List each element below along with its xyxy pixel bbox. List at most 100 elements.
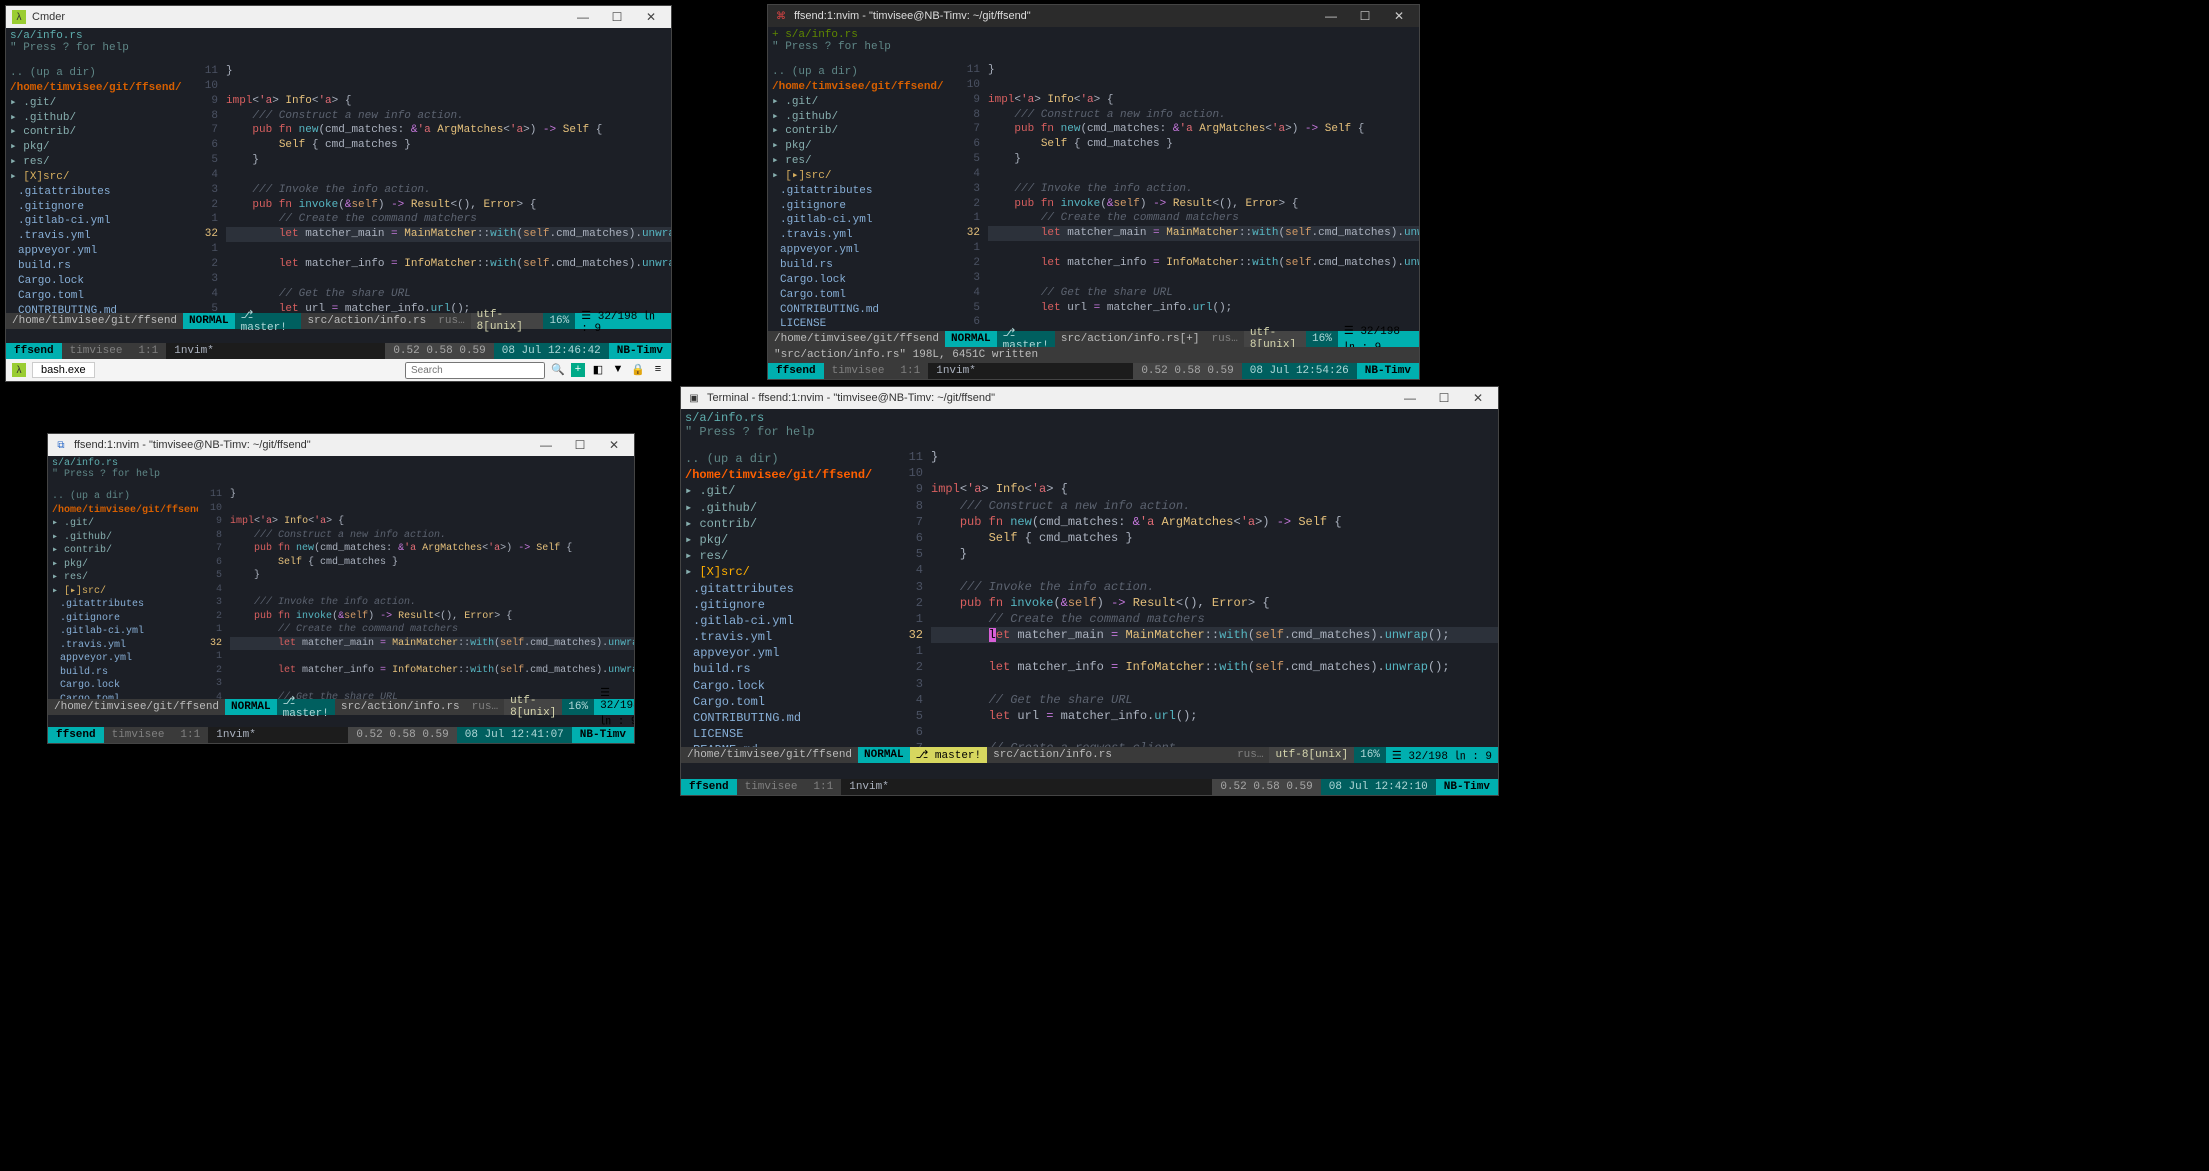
tree-file[interactable]: appveyor.yml — [685, 645, 887, 661]
tree-dir[interactable]: ▸ pkg/ — [10, 140, 182, 155]
tree-file[interactable]: .gitlab-ci.yml — [685, 613, 887, 629]
chevron-down-icon[interactable]: ▼ — [611, 363, 625, 377]
tree-file[interactable]: CONTRIBUTING.md — [10, 304, 182, 314]
tree-file[interactable]: .gitattributes — [10, 185, 182, 200]
tree-file[interactable]: CONTRIBUTING.md — [685, 710, 887, 726]
tmux-session[interactable]: ffsend — [48, 727, 104, 743]
tree-file[interactable]: .travis.yml — [10, 229, 182, 244]
tree-src[interactable]: ▸ [X]src/ — [685, 564, 887, 580]
tree-file[interactable]: .gitattributes — [685, 581, 887, 597]
tree-file[interactable]: .gitattributes — [52, 598, 194, 612]
tree-file[interactable]: .travis.yml — [52, 639, 194, 653]
tree-dir[interactable]: ▸ res/ — [52, 571, 194, 585]
tree-dir[interactable]: ▸ .github/ — [685, 500, 887, 516]
tree-file[interactable]: Cargo.toml — [685, 694, 887, 710]
tree-src[interactable]: ▸ [X]src/ — [10, 170, 182, 185]
close-button[interactable]: ✕ — [637, 10, 665, 24]
tree-dir[interactable]: ▸ contrib/ — [685, 516, 887, 532]
maximize-button[interactable]: ☐ — [603, 10, 631, 24]
tree-file[interactable]: build.rs — [10, 259, 182, 274]
file-tree[interactable]: .. (up a dir) /home/timvisee/git/ffsend/… — [6, 64, 186, 313]
tree-updir[interactable]: .. (up a dir) — [772, 65, 944, 80]
tree-file[interactable]: .travis.yml — [685, 629, 887, 645]
tree-dir[interactable]: ▸ contrib/ — [52, 544, 194, 558]
close-button[interactable]: ✕ — [600, 438, 628, 452]
close-button[interactable]: ✕ — [1385, 9, 1413, 23]
tree-updir[interactable]: .. (up a dir) — [52, 490, 194, 504]
lock-icon[interactable]: 🔒 — [631, 363, 645, 377]
minimize-button[interactable]: — — [569, 10, 597, 24]
tree-file[interactable]: LICENSE — [685, 726, 887, 742]
tree-file[interactable]: Cargo.lock — [10, 274, 182, 289]
tree-dir[interactable]: ▸ res/ — [772, 154, 944, 169]
file-tree[interactable]: .. (up a dir) /home/timvisee/git/ffsend/… — [768, 63, 948, 331]
tree-file[interactable]: Cargo.toml — [10, 289, 182, 304]
tree-file[interactable]: LICENSE — [772, 317, 944, 331]
tree-file[interactable]: Cargo.lock — [685, 678, 887, 694]
cmder-tab[interactable]: bash.exe — [32, 362, 95, 378]
tree-file[interactable]: build.rs — [685, 661, 887, 677]
tree-dir[interactable]: ▸ pkg/ — [52, 558, 194, 572]
code-area[interactable]: } impl<'a> Info<'a> { /// Construct a ne… — [931, 449, 1498, 747]
plus-icon[interactable]: + — [571, 363, 585, 377]
tree-updir[interactable]: .. (up a dir) — [10, 66, 182, 81]
tree-file[interactable]: CONTRIBUTING.md — [772, 303, 944, 318]
code-area[interactable]: } impl<'a> Info<'a> { /// Construct a ne… — [230, 488, 634, 699]
tmux-session[interactable]: ffsend — [6, 343, 62, 359]
tree-file[interactable]: .gitignore — [772, 199, 944, 214]
panels-icon[interactable]: ◧ — [591, 363, 605, 377]
tree-updir[interactable]: .. (up a dir) — [685, 451, 887, 467]
tree-dir[interactable]: ▸ contrib/ — [772, 124, 944, 139]
tree-file[interactable]: build.rs — [772, 258, 944, 273]
tree-file[interactable]: .gitlab-ci.yml — [772, 213, 944, 228]
tree-dir[interactable]: ▸ .git/ — [685, 483, 887, 499]
tree-dir[interactable]: ▸ .git/ — [52, 517, 194, 531]
code-area[interactable]: } impl<'a> Info<'a> { /// Construct a ne… — [988, 63, 1419, 331]
minimize-button[interactable]: — — [532, 438, 560, 452]
search-icon[interactable]: 🔍 — [551, 363, 565, 377]
file-tree[interactable]: .. (up a dir) /home/timvisee/git/ffsend/… — [48, 488, 198, 699]
tree-file[interactable]: appveyor.yml — [772, 243, 944, 258]
tree-dir[interactable]: ▸ .git/ — [10, 96, 182, 111]
close-button[interactable]: ✕ — [1464, 391, 1492, 405]
tmux-session[interactable]: ffsend — [681, 779, 737, 795]
code-area[interactable]: } impl<'a> Info<'a> { /// Construct a ne… — [226, 64, 671, 313]
titlebar[interactable]: ⧉ ffsend:1:nvim - "timvisee@NB-Timv: ~/g… — [48, 434, 634, 456]
tree-file[interactable]: .gitlab-ci.yml — [10, 214, 182, 229]
tree-file[interactable]: Cargo.lock — [772, 273, 944, 288]
search-input[interactable] — [405, 362, 545, 379]
tree-dir[interactable]: ▸ res/ — [10, 155, 182, 170]
tree-file[interactable]: .gitignore — [685, 597, 887, 613]
tree-file[interactable]: appveyor.yml — [10, 244, 182, 259]
tree-dir[interactable]: ▸ .git/ — [772, 95, 944, 110]
tree-file[interactable]: .travis.yml — [772, 228, 944, 243]
tree-file[interactable]: appveyor.yml — [52, 652, 194, 666]
cmder-tabbar[interactable]: λ bash.exe 🔍 + ◧ ▼ 🔒 ≡ — [6, 359, 671, 381]
tree-dir[interactable]: ▸ pkg/ — [685, 532, 887, 548]
titlebar[interactable]: ⌘ ffsend:1:nvim - "timvisee@NB-Timv: ~/g… — [768, 5, 1419, 27]
minimize-button[interactable]: — — [1396, 391, 1424, 405]
tree-dir[interactable]: ▸ .github/ — [10, 111, 182, 126]
file-tree[interactable]: .. (up a dir) /home/timvisee/git/ffsend/… — [681, 449, 891, 747]
maximize-button[interactable]: ☐ — [1351, 9, 1379, 23]
tree-file[interactable]: Cargo.lock — [52, 679, 194, 693]
menu-icon[interactable]: ≡ — [651, 363, 665, 377]
tree-file[interactable]: Cargo.toml — [772, 288, 944, 303]
tmux-session[interactable]: ffsend — [768, 363, 824, 379]
tree-src[interactable]: ▸ [▸]src/ — [772, 169, 944, 184]
tree-dir[interactable]: ▸ .github/ — [52, 531, 194, 545]
titlebar[interactable]: ▣ Terminal - ffsend:1:nvim - "timvisee@N… — [681, 387, 1498, 409]
titlebar[interactable]: λ Cmder — ☐ ✕ — [6, 6, 671, 28]
tree-src[interactable]: ▸ [▸]src/ — [52, 585, 194, 599]
tree-dir[interactable]: ▸ res/ — [685, 548, 887, 564]
tree-file[interactable]: .gitattributes — [772, 184, 944, 199]
tree-file[interactable]: build.rs — [52, 666, 194, 680]
tree-file[interactable]: .gitignore — [52, 612, 194, 626]
tree-dir[interactable]: ▸ pkg/ — [772, 139, 944, 154]
tree-dir[interactable]: ▸ contrib/ — [10, 125, 182, 140]
tree-file[interactable]: .gitlab-ci.yml — [52, 625, 194, 639]
tree-file[interactable]: .gitignore — [10, 200, 182, 215]
maximize-button[interactable]: ☐ — [566, 438, 594, 452]
maximize-button[interactable]: ☐ — [1430, 391, 1458, 405]
tree-dir[interactable]: ▸ .github/ — [772, 110, 944, 125]
